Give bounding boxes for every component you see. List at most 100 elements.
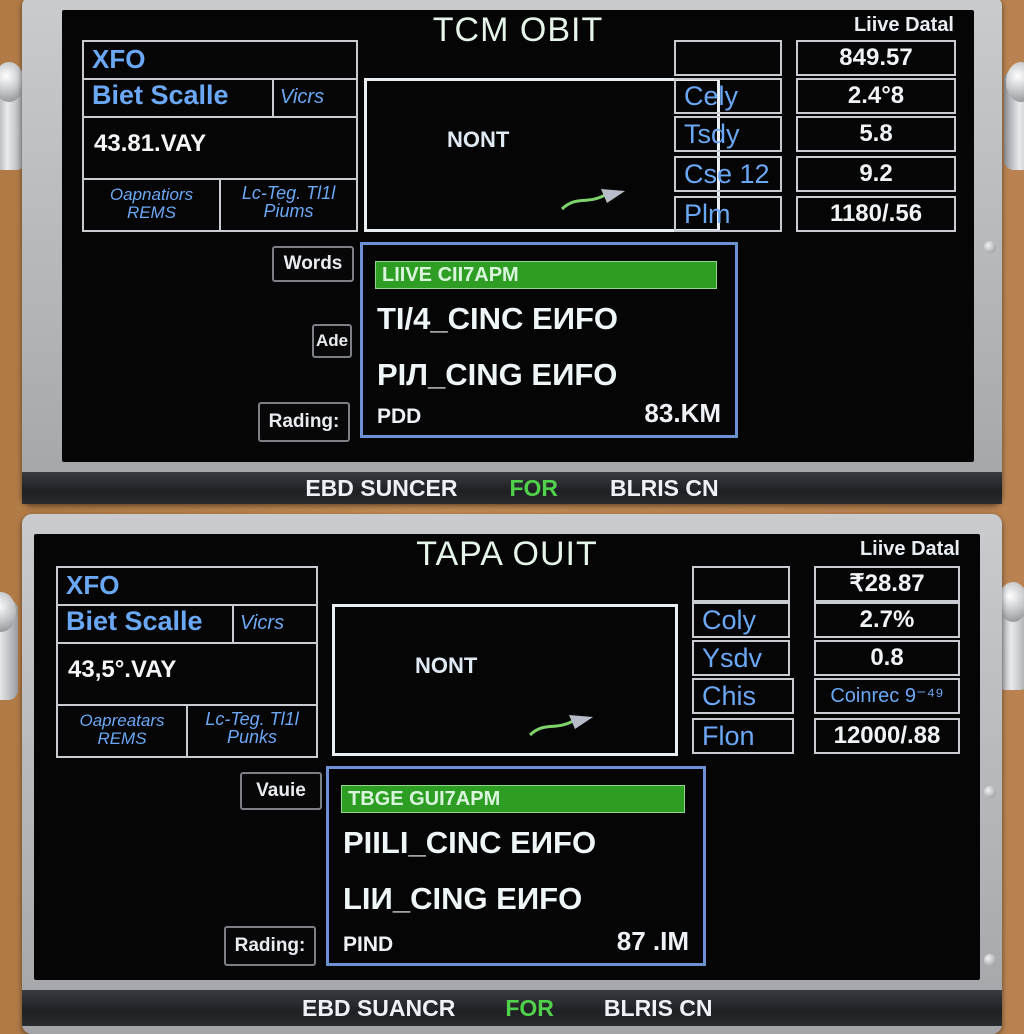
live-data-row: Chis Coinrec 9⁻⁴⁹ xyxy=(692,678,960,716)
live-data-title: Liive Datal xyxy=(859,538,960,560)
list-item-selected[interactable]: TBGE GUI7APM xyxy=(341,785,685,813)
navigation-view[interactable]: NONT xyxy=(364,78,720,232)
live-data-value: 2.7% xyxy=(814,602,960,638)
live-data-row: Cse 12 9.2 xyxy=(674,156,956,194)
live-data-row: Tsdy 5.8 xyxy=(674,116,956,154)
footer-middle-label: FOR xyxy=(509,474,558,501)
footer-bar: EBD SUNCER FOR BLRIS CN xyxy=(22,472,1002,504)
screw-icon xyxy=(984,786,996,798)
info-header: XFO xyxy=(58,568,316,606)
scale-row: Biet Scalle Vicrs xyxy=(58,604,316,644)
scan-tool-top: TCM OBIT Liive Datal XFO Biet Scalle Vic… xyxy=(22,0,1002,504)
nav-label: NONT xyxy=(415,653,478,678)
live-data-label xyxy=(674,40,782,76)
arrow-head xyxy=(569,715,593,729)
arrow-trail xyxy=(560,193,606,211)
add-button[interactable]: Ade xyxy=(312,324,352,358)
live-data-value: Coinrec 9⁻⁴⁹ xyxy=(814,678,960,714)
info-header: XFO xyxy=(84,42,356,80)
live-data-value: 9.2 xyxy=(796,156,956,192)
operators-button[interactable]: Oapnatiors REMS xyxy=(84,178,221,230)
footer-right-label: BLRIS CN xyxy=(603,994,713,1021)
footer-left-label: EBD SUANCR xyxy=(302,994,456,1021)
reading-button[interactable]: Rading: xyxy=(258,402,350,442)
list-footer-label: PDD xyxy=(377,405,422,428)
operators-sublabel: REMS xyxy=(97,729,147,748)
list-item[interactable]: PIILI_CINC EИFO xyxy=(343,825,596,861)
list-item[interactable]: PIЛ_CING EИFO xyxy=(377,357,617,393)
log-button[interactable]: Lc-Teg. Tl1l Punks xyxy=(188,704,316,756)
screen: TCM OBIT Liive Datal XFO Biet Scalle Vic… xyxy=(62,10,974,462)
live-data-row: 849.57 xyxy=(674,40,956,78)
footer-middle-label: FOR xyxy=(505,994,554,1021)
live-data-title: Liive Datal xyxy=(853,14,954,36)
info-bottom-row: Oapreatars REMS Lc-Teg. Tl1l Punks xyxy=(58,704,316,758)
nav-label: NONT xyxy=(447,127,510,152)
operators-label: Oapnatiors xyxy=(109,185,194,204)
live-data-row: Plm 1180/.56 xyxy=(674,196,956,234)
live-data-row: Cely 2.4°8 xyxy=(674,78,956,116)
screw-icon xyxy=(984,241,996,253)
reading-button[interactable]: Rading: xyxy=(224,926,316,966)
log-label: Lc-Teg. Tl1l xyxy=(205,709,299,729)
arrow-icon xyxy=(560,189,625,211)
scale-label: Biet Scalle xyxy=(58,604,234,642)
value-button[interactable]: Vauie xyxy=(240,772,322,810)
live-data-row: Flon 12000/.88 xyxy=(692,718,960,756)
live-data-label: Flon xyxy=(692,718,794,754)
info-bottom-row: Oapnatiors REMS Lc-Teg. Tl1l Piums xyxy=(84,178,356,232)
words-button[interactable]: Words xyxy=(272,246,354,282)
screen: TAPA OUIT Liive Datal XFO Biet Scalle Vi… xyxy=(34,534,980,980)
live-data-label: Coly xyxy=(692,602,790,638)
list-item[interactable]: TI/4_CINC EИFO xyxy=(377,301,618,337)
menu-list: LIIVE CII7APM TI/4_CINC EИFO PIЛ_CING EИ… xyxy=(360,242,738,438)
live-data-label xyxy=(692,566,790,602)
live-data-label: Cse 12 xyxy=(674,156,782,192)
scale-unit: Vicrs xyxy=(280,86,325,108)
live-data-value: 1180/.56 xyxy=(796,196,956,232)
reading-value: 43,5°.VAY xyxy=(58,642,316,706)
mount-knob-left xyxy=(0,592,18,700)
operators-sublabel: REMS xyxy=(126,203,177,222)
list-footer-value: 83.KM xyxy=(644,398,721,428)
live-data-value: 0.8 xyxy=(814,640,960,676)
live-data-row: Ysdv 0.8 xyxy=(692,640,960,678)
live-data-row: Coly 2.7% xyxy=(692,602,960,640)
list-footer-label: PIND xyxy=(343,933,394,956)
footer-left-label: EBD SUNCER xyxy=(305,474,458,501)
log-sublabel: Punks xyxy=(226,727,278,747)
log-button[interactable]: Lc-Teg. Tl1l Piums xyxy=(221,178,356,230)
reading-value: 43.81.VAY xyxy=(84,116,356,180)
screw-icon xyxy=(984,954,996,966)
menu-list: TBGE GUI7APM PIILI_CINC EИFO LIИ_CING EИ… xyxy=(326,766,706,966)
log-label: Lc-Teg. Tl1l xyxy=(241,183,336,203)
live-data-value: 849.57 xyxy=(796,40,956,76)
list-item[interactable]: LIИ_CING EИFO xyxy=(343,881,582,917)
scale-label: Biet Scalle xyxy=(84,78,274,116)
list-footer-value: 87 .IM xyxy=(616,926,689,956)
live-data-label: Tsdy xyxy=(674,116,782,152)
operators-label: Oapreatars xyxy=(79,711,165,730)
navigation-view[interactable]: NONT xyxy=(332,604,678,756)
live-data-value: 12000/.88 xyxy=(814,718,960,754)
scan-tool-bottom: TAPA OUIT Liive Datal XFO Biet Scalle Vi… xyxy=(22,514,1002,1034)
arrow-head xyxy=(601,189,625,203)
arrow-trail xyxy=(528,719,574,737)
mount-knob-right xyxy=(1004,62,1024,170)
scale-row: Biet Scalle Vicrs xyxy=(84,78,356,118)
live-data-label: Cely xyxy=(674,78,782,114)
live-data-label: Ysdv xyxy=(692,640,790,676)
live-data-label: Chis xyxy=(692,678,794,714)
list-item-selected[interactable]: LIIVE CII7APM xyxy=(375,261,717,289)
arrow-icon xyxy=(528,715,593,737)
info-box: XFO Biet Scalle Vicrs 43,5°.VAY Oapreata… xyxy=(56,566,318,758)
operators-button[interactable]: Oapreatars REMS xyxy=(58,704,188,756)
footer-right-label: BLRIS CN xyxy=(610,474,719,501)
footer-bar: EBD SUANCR FOR BLRIS CN xyxy=(22,990,1002,1026)
info-box: XFO Biet Scalle Vicrs 43.81.VAY Oapnatio… xyxy=(82,40,358,232)
log-sublabel: Piums xyxy=(263,201,314,221)
live-data-label: Plm xyxy=(674,196,782,232)
live-data-value: 2.4°8 xyxy=(796,78,956,114)
scale-unit: Vicrs xyxy=(240,612,285,634)
live-data-value: 5.8 xyxy=(796,116,956,152)
